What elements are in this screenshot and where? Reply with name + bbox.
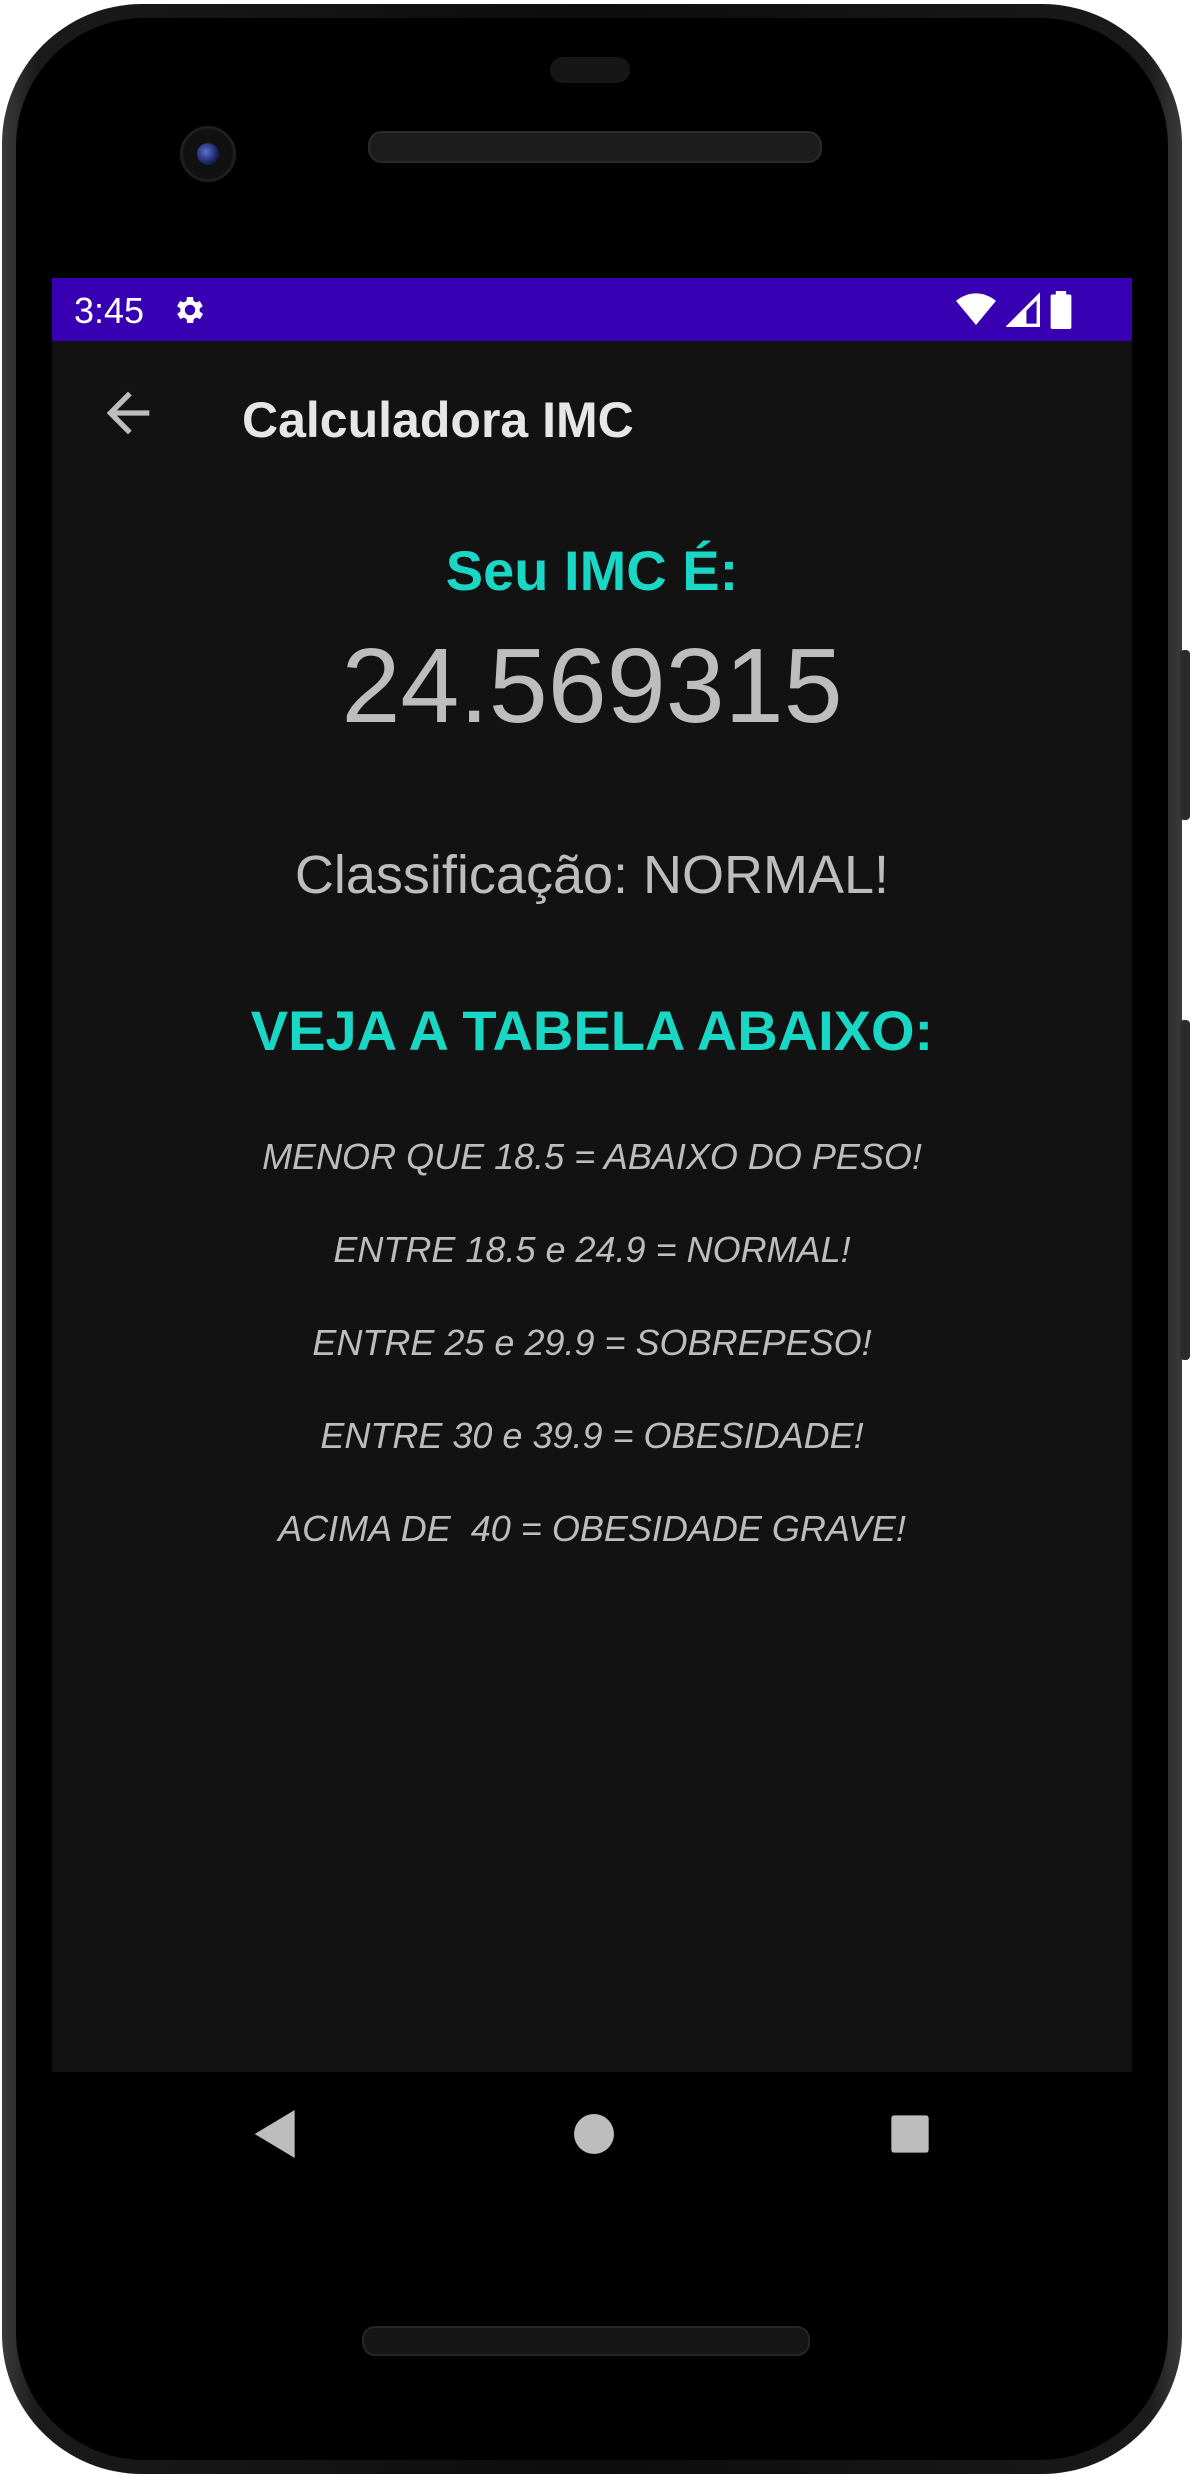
status-icons bbox=[956, 291, 1072, 329]
power-button bbox=[1180, 650, 1190, 820]
table-row-overweight: ENTRE 25 e 29.9 = SOBREPESO! bbox=[312, 1322, 872, 1363]
battery-icon bbox=[1050, 291, 1072, 329]
screen: 3:45 Calculadora IMC Seu IMC É: 24.56931… bbox=[52, 278, 1132, 2072]
table-heading: VEJA A TABELA ABAIXO: bbox=[250, 999, 934, 1062]
earpiece-speaker bbox=[368, 131, 822, 163]
wifi-icon bbox=[956, 293, 996, 325]
front-camera bbox=[180, 126, 236, 182]
app-bar: Calculadora IMC bbox=[52, 341, 1132, 488]
table-row-severe-obesity: ACIMA DE 40 = OBESIDADE GRAVE! bbox=[278, 1508, 906, 1549]
imc-value: 24.569315 bbox=[341, 627, 843, 745]
table-row-underweight: MENOR QUE 18.5 = ABAIXO DO PESO! bbox=[262, 1136, 922, 1177]
gear-icon bbox=[177, 296, 204, 324]
recents-square-icon[interactable] bbox=[878, 2102, 942, 2166]
table-row-obesity: ENTRE 30 e 39.9 = OBESIDADE! bbox=[320, 1415, 864, 1456]
status-bar: 3:45 bbox=[52, 278, 1132, 341]
back-triangle-icon[interactable] bbox=[244, 2102, 308, 2166]
navigation-bar bbox=[52, 2072, 1132, 2198]
home-circle-icon[interactable] bbox=[562, 2102, 626, 2166]
cell-signal-icon bbox=[1006, 292, 1040, 327]
result-heading: Seu IMC É: bbox=[445, 539, 739, 602]
app-title: Calculadora IMC bbox=[242, 392, 634, 448]
status-time: 3:45 bbox=[74, 290, 145, 331]
table-row-normal: ENTRE 18.5 e 24.9 = NORMAL! bbox=[333, 1229, 851, 1270]
bottom-speaker bbox=[362, 2326, 810, 2356]
arrow-back-icon[interactable] bbox=[96, 381, 160, 445]
classification-text: Classificação: NORMAL! bbox=[294, 845, 890, 905]
top-sensor bbox=[550, 57, 630, 83]
volume-button bbox=[1180, 1020, 1190, 1360]
